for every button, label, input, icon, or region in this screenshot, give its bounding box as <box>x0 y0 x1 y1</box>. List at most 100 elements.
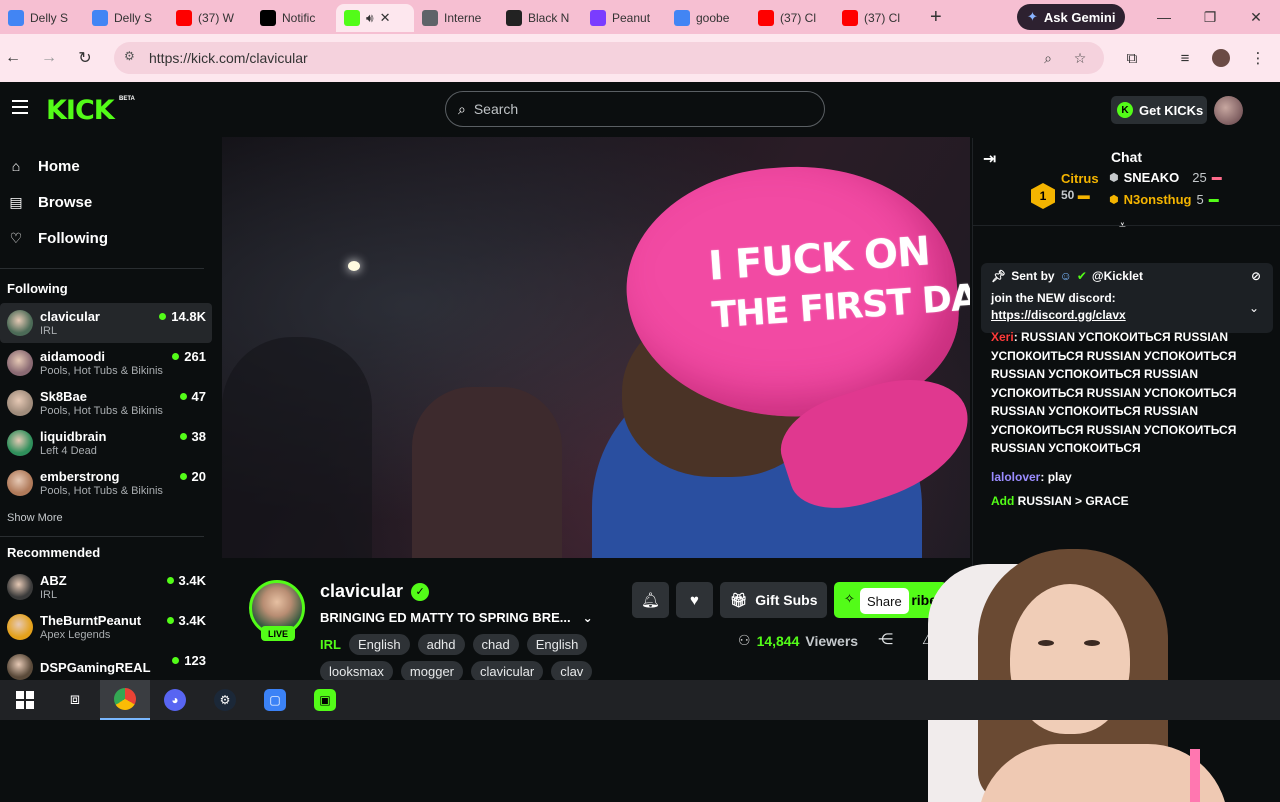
browser-tab[interactable]: (37) Cl <box>834 4 918 32</box>
stream-tag[interactable]: English <box>348 634 410 655</box>
sub-badge-icon: ▬ <box>1208 194 1219 205</box>
show-more-button[interactable]: Show More <box>0 503 220 533</box>
chat-username[interactable]: Xeri <box>991 330 1014 344</box>
tag-row-1: IRL English adhd chad English <box>320 634 588 655</box>
close-tab-icon[interactable]: ✕ <box>380 10 391 26</box>
tab-title: Notific <box>282 11 316 25</box>
chat-username[interactable]: lalolover <box>991 470 1040 484</box>
leader-1-name[interactable]: Citrus <box>1061 171 1099 186</box>
windows-start-icon[interactable] <box>0 680 50 720</box>
live-badge: LIVE <box>261 626 295 641</box>
channel-item[interactable]: Sk8Bae Pools, Hot Tubs & Bikinis 47 <box>0 383 212 423</box>
menu-icon[interactable] <box>12 100 28 114</box>
browser-tab[interactable]: 🔊︎ ✕ <box>336 4 414 32</box>
gift-subs-button[interactable]: 🎁︎ Gift Subs <box>720 582 827 618</box>
channel-item[interactable]: TheBurntPeanut Apex Legends 3.4K <box>0 607 212 647</box>
forward-icon[interactable]: → <box>31 40 67 76</box>
extensions-icon[interactable]: ⧉ <box>1116 42 1148 74</box>
sidebar-item-home[interactable]: ⌂ Home <box>0 148 220 184</box>
address-bar[interactable]: ⚙ https://kick.com/clavicular ⌕ ☆ <box>114 42 1104 74</box>
kicks-coin-icon: K <box>1117 102 1133 118</box>
unpin-icon[interactable]: ⊘ <box>1251 269 1261 283</box>
kick-logo[interactable]: KICK <box>46 95 115 126</box>
browser-tab[interactable]: Delly S <box>0 4 84 32</box>
browser-tab[interactable]: Black N <box>498 4 582 32</box>
channel-item[interactable]: liquidbrain Left 4 Dead 38 <box>0 423 212 463</box>
stream-tag[interactable]: clav <box>551 661 593 682</box>
get-kicks-button[interactable]: K Get KICKs <box>1111 96 1207 124</box>
ask-gemini-label: Ask Gemini <box>1043 9 1116 25</box>
reload-icon[interactable]: ↻ <box>67 40 103 76</box>
pinned-sender-prefix: Sent by <box>1011 269 1055 283</box>
chat-username[interactable]: Add <box>991 494 1014 508</box>
pinned-sender[interactable]: @Kicklet <box>1092 269 1143 283</box>
stream-tag[interactable]: adhd <box>417 634 465 655</box>
browser-tab[interactable]: Interne <box>414 4 498 32</box>
live-dot-icon <box>172 353 180 360</box>
browser-tab[interactable]: goobe <box>666 4 750 32</box>
ask-gemini-button[interactable]: ✦ Ask Gemini <box>1017 4 1125 30</box>
channel-item[interactable]: ABZ IRL 3.4K <box>0 567 212 607</box>
stream-tag[interactable]: clavicular <box>471 661 544 682</box>
media-controls-icon[interactable]: ≡ <box>1169 42 1201 74</box>
viewers-icon: ⚇ <box>738 632 751 648</box>
sidebar-item-following[interactable]: ♡ Following <box>0 220 220 256</box>
user-avatar[interactable] <box>1214 96 1243 125</box>
leader-3-name[interactable]: N3onsthug <box>1124 192 1192 207</box>
browser-tab[interactable]: Notific <box>252 4 336 32</box>
profile-icon[interactable] <box>1205 42 1237 74</box>
channel-item[interactable]: clavicular IRL 14.8K <box>0 303 212 343</box>
expand-pinned-icon[interactable]: ⌄ <box>1249 301 1259 315</box>
restore-icon[interactable]: ❐ <box>1187 0 1233 34</box>
collapse-chat-icon[interactable]: ⇥ <box>983 149 996 169</box>
speaker-icon[interactable]: 🔊︎ <box>366 11 374 26</box>
chevron-down-icon[interactable]: ⌄ <box>583 611 593 625</box>
video-player[interactable]: I FUCK ON THE FIRST DATE <box>222 137 970 558</box>
video-cap-text: I FUCK ON THE FIRST DATE <box>707 222 970 341</box>
minimize-icon[interactable]: — <box>1141 0 1187 34</box>
share-icon[interactable]: ⋲ <box>878 630 893 648</box>
back-icon[interactable]: ← <box>0 40 31 76</box>
discord-taskbar-icon[interactable]: ◕ <box>150 680 200 720</box>
browser-tab[interactable]: (37) W <box>168 4 252 32</box>
channel-viewer-count: 123 <box>184 653 206 668</box>
follow-button[interactable]: ♥ <box>676 582 713 618</box>
stream-info: LIVE clavicular ✓ BRINGING ED MATTY TO S… <box>222 558 970 682</box>
sidebar-item-label: Home <box>38 157 80 175</box>
category-link[interactable]: IRL <box>320 637 341 652</box>
close-window-icon[interactable]: ✕ <box>1233 0 1279 34</box>
tab-title: Delly S <box>30 11 69 25</box>
channel-viewers: 47 <box>179 389 206 404</box>
verified-icon: ✔ <box>1076 269 1087 283</box>
tab-title: (37) W <box>198 11 234 25</box>
stream-tag[interactable]: mogger <box>400 661 463 682</box>
task-view-icon[interactable]: ⧈ <box>50 680 100 720</box>
zoom-icon[interactable]: ⌕ <box>1033 42 1063 74</box>
browser-tab[interactable]: (37) Cl <box>750 4 834 32</box>
streamer-name[interactable]: clavicular <box>320 581 403 602</box>
site-info-icon[interactable]: ⚙ <box>124 49 135 63</box>
steam-taskbar-icon[interactable]: ⚙ <box>200 680 250 720</box>
search-input[interactable]: ⌕ Search <box>445 91 825 127</box>
browser-tab[interactable]: Peanut <box>582 4 666 32</box>
pinned-link[interactable]: https://discord.gg/clavx <box>991 308 1263 322</box>
url-text[interactable]: https://kick.com/clavicular <box>149 50 308 66</box>
channel-avatar <box>7 390 33 416</box>
bookmark-star-icon[interactable]: ☆ <box>1065 42 1095 74</box>
channel-name: clavicular <box>40 309 100 324</box>
app-taskbar-icon[interactable]: ▢ <box>250 680 300 720</box>
kick-taskbar-icon[interactable]: ▣ <box>300 680 350 720</box>
channel-item[interactable]: emberstrong Pools, Hot Tubs & Bikinis 20 <box>0 463 212 503</box>
chrome-taskbar-icon[interactable] <box>100 680 150 720</box>
browser-menu-icon[interactable]: ⋮ <box>1242 42 1274 74</box>
leader-2-name[interactable]: SNEAKO <box>1124 170 1180 185</box>
new-tab-icon[interactable]: + <box>918 6 954 29</box>
notifications-button[interactable]: 🔔︎ <box>632 582 669 618</box>
sidebar-item-browse[interactable]: ▤ Browse <box>0 184 220 220</box>
scroll-down-icon[interactable]: ⩡ <box>1119 218 1126 233</box>
stream-tag[interactable]: chad <box>472 634 519 655</box>
stream-tag[interactable]: English <box>526 634 588 655</box>
browser-tab[interactable]: Delly S <box>84 4 168 32</box>
stream-tag[interactable]: looksmax <box>320 661 393 682</box>
channel-item[interactable]: aidamoodi Pools, Hot Tubs & Bikinis 261 <box>0 343 212 383</box>
